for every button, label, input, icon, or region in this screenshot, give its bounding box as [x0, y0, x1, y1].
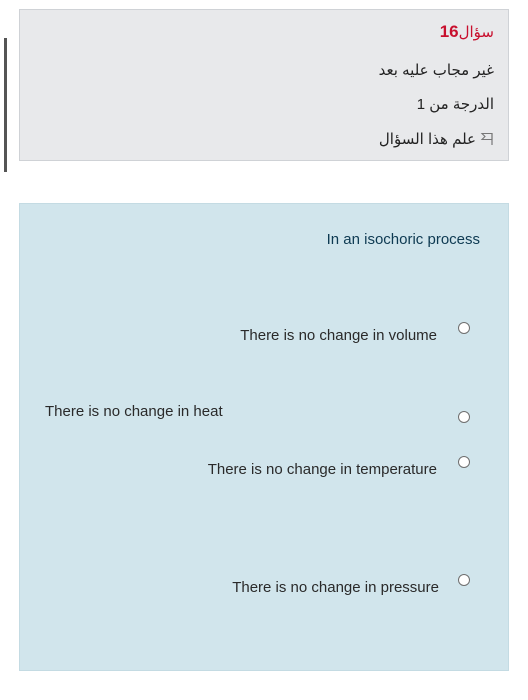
- option-radio[interactable]: [458, 574, 470, 586]
- option-label[interactable]: There is no change in heat: [45, 403, 223, 420]
- option-radio[interactable]: [458, 322, 470, 334]
- scroll-indicator: [4, 38, 7, 172]
- question-number: 16: [439, 22, 459, 41]
- option-label[interactable]: There is no change in pressure: [232, 579, 439, 596]
- question-number-label: سؤال16: [440, 22, 494, 42]
- flag-question-link[interactable]: علم هذا السؤال: [379, 130, 494, 148]
- question-text: In an isochoric process: [326, 231, 480, 248]
- option-label[interactable]: There is no change in volume: [240, 327, 437, 344]
- option-label[interactable]: There is no change in temperature: [208, 461, 437, 478]
- option-radio[interactable]: [458, 456, 470, 468]
- question-status: غير مجاب عليه بعد: [378, 62, 494, 79]
- question-content-panel: In an isochoric process There is no chan…: [19, 203, 509, 671]
- question-info-panel: سؤال16 غير مجاب عليه بعد الدرجة من 1 علم…: [19, 9, 509, 161]
- question-word: سؤال: [458, 24, 494, 41]
- flag-question-label: علم هذا السؤال: [378, 131, 476, 148]
- flag-icon: [480, 132, 493, 145]
- question-grade: الدرجة من 1: [416, 96, 494, 113]
- option-radio[interactable]: [458, 411, 470, 423]
